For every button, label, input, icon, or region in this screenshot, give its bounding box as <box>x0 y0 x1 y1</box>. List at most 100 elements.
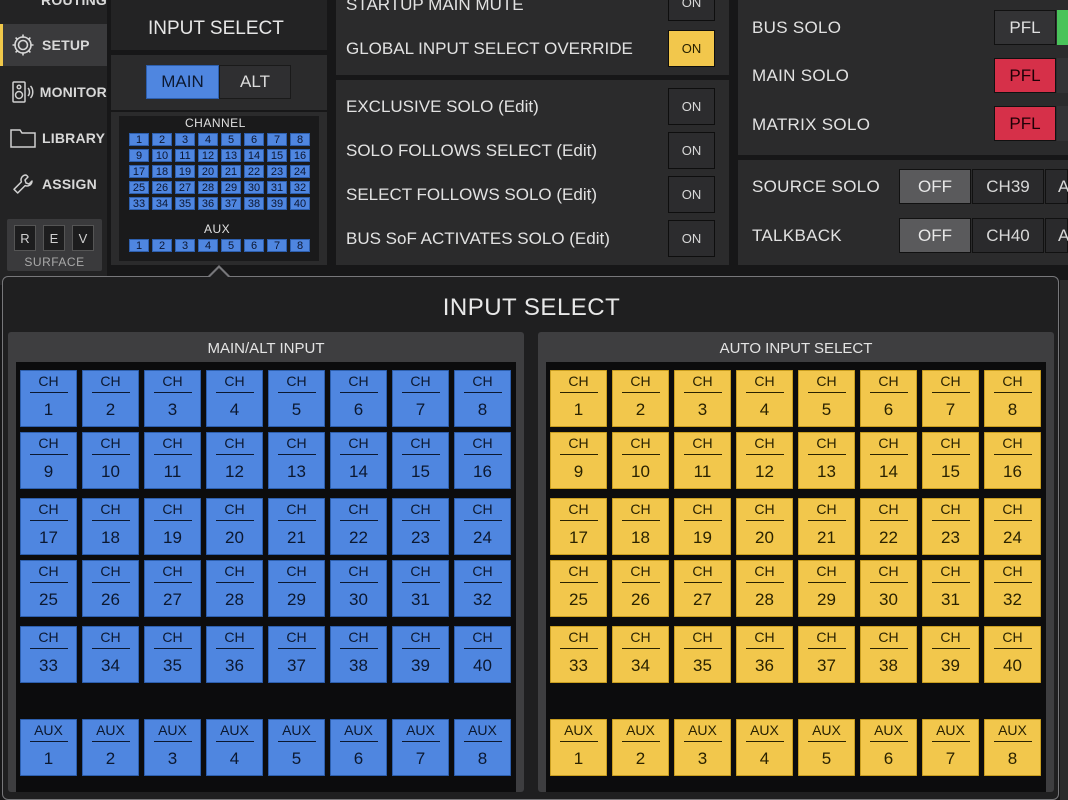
main_alt-channel-button[interactable]: CH 26 <box>82 560 139 617</box>
mini-channel-cell[interactable]: 16 <box>290 149 310 162</box>
sidebar-item-routing[interactable]: ROUTING <box>0 0 107 21</box>
source-solo-ch-button[interactable]: CH39 <box>972 169 1044 204</box>
sidebar-item-assign[interactable]: ASSIGN <box>0 163 107 205</box>
mini-channel-cell[interactable]: 23 <box>267 165 287 178</box>
auto-channel-button[interactable]: CH 38 <box>860 626 917 683</box>
auto-aux-button[interactable]: AUX 1 <box>550 719 607 776</box>
alt-button[interactable]: ALT <box>219 65 291 99</box>
mini-channel-cell[interactable]: 32 <box>290 181 310 194</box>
mini-channel-cell[interactable]: 5 <box>221 133 241 146</box>
mini-channel-cell[interactable]: 25 <box>129 181 149 194</box>
main-solo-afl-button[interactable] <box>1057 58 1068 93</box>
mini-channel-cell[interactable]: 26 <box>152 181 172 194</box>
mini-channel-cell[interactable]: 40 <box>290 197 310 210</box>
main_alt-channel-button[interactable]: CH 9 <box>20 432 77 489</box>
mini-aux-cell[interactable]: 7 <box>267 239 287 252</box>
main_alt-channel-button[interactable]: CH 22 <box>330 498 387 555</box>
auto-channel-button[interactable]: CH 34 <box>612 626 669 683</box>
auto-aux-button[interactable]: AUX 8 <box>984 719 1041 776</box>
surface-e-button[interactable]: E <box>43 225 65 251</box>
mini-aux-cell[interactable]: 1 <box>129 239 149 252</box>
auto-channel-button[interactable]: CH 8 <box>984 370 1041 427</box>
solo-follows-select-toggle[interactable]: ON <box>668 132 715 169</box>
mini-channel-cell[interactable]: 2 <box>152 133 172 146</box>
main_alt-channel-button[interactable]: CH 23 <box>392 498 449 555</box>
main_alt-aux-button[interactable]: AUX 6 <box>330 719 387 776</box>
auto-channel-button[interactable]: CH 7 <box>922 370 979 427</box>
main_alt-channel-button[interactable]: CH 28 <box>206 560 263 617</box>
sidebar-item-monitor[interactable]: MONITOR <box>0 71 107 113</box>
source-solo-off-button[interactable]: OFF <box>899 169 971 204</box>
mini-channel-cell[interactable]: 30 <box>244 181 264 194</box>
mini-channel-cell[interactable]: 27 <box>175 181 195 194</box>
mini-channel-cell[interactable]: 28 <box>198 181 218 194</box>
sidebar-item-setup[interactable]: SETUP <box>0 24 107 66</box>
main_alt-channel-button[interactable]: CH 21 <box>268 498 325 555</box>
mini-channel-cell[interactable]: 35 <box>175 197 195 210</box>
main_alt-channel-button[interactable]: CH 35 <box>144 626 201 683</box>
auto-channel-button[interactable]: CH 28 <box>736 560 793 617</box>
mini-channel-cell[interactable]: 10 <box>152 149 172 162</box>
mini-channel-cell[interactable]: 21 <box>221 165 241 178</box>
bus-solo-afl-button[interactable] <box>1057 10 1068 45</box>
main_alt-channel-button[interactable]: CH 25 <box>20 560 77 617</box>
main_alt-channel-button[interactable]: CH 8 <box>454 370 511 427</box>
select-follows-solo-toggle[interactable]: ON <box>668 176 715 213</box>
bus-solo-pfl-button[interactable]: PFL <box>994 10 1056 45</box>
main_alt-channel-button[interactable]: CH 32 <box>454 560 511 617</box>
auto-channel-button[interactable]: CH 14 <box>860 432 917 489</box>
auto-aux-button[interactable]: AUX 5 <box>798 719 855 776</box>
auto-aux-button[interactable]: AUX 7 <box>922 719 979 776</box>
talkback-off-button[interactable]: OFF <box>899 218 971 253</box>
main_alt-aux-button[interactable]: AUX 1 <box>20 719 77 776</box>
auto-channel-button[interactable]: CH 10 <box>612 432 669 489</box>
main_alt-aux-button[interactable]: AUX 5 <box>268 719 325 776</box>
auto-channel-button[interactable]: CH 21 <box>798 498 855 555</box>
auto-channel-button[interactable]: CH 23 <box>922 498 979 555</box>
auto-channel-button[interactable]: CH 17 <box>550 498 607 555</box>
mini-channel-cell[interactable]: 18 <box>152 165 172 178</box>
auto-channel-button[interactable]: CH 13 <box>798 432 855 489</box>
main_alt-channel-button[interactable]: CH 30 <box>330 560 387 617</box>
mini-channel-cell[interactable]: 11 <box>175 149 195 162</box>
auto-channel-button[interactable]: CH 1 <box>550 370 607 427</box>
mini-channel-cell[interactable]: 14 <box>244 149 264 162</box>
mini-channel-cell[interactable]: 36 <box>198 197 218 210</box>
talkback-ch-button[interactable]: CH40 <box>972 218 1044 253</box>
mini-channel-cell[interactable]: 37 <box>221 197 241 210</box>
auto-aux-button[interactable]: AUX 3 <box>674 719 731 776</box>
sidebar-item-library[interactable]: LIBRARY <box>0 117 107 159</box>
auto-channel-button[interactable]: CH 31 <box>922 560 979 617</box>
mini-channel-cell[interactable]: 3 <box>175 133 195 146</box>
surface-r-button[interactable]: R <box>14 225 36 251</box>
main_alt-channel-button[interactable]: CH 18 <box>82 498 139 555</box>
main_alt-channel-button[interactable]: CH 40 <box>454 626 511 683</box>
main_alt-channel-button[interactable]: CH 16 <box>454 432 511 489</box>
auto-channel-button[interactable]: CH 35 <box>674 626 731 683</box>
main-solo-pfl-button[interactable]: PFL <box>994 58 1056 93</box>
talkback-more-button[interactable]: A <box>1045 218 1068 253</box>
mini-aux-cell[interactable]: 6 <box>244 239 264 252</box>
auto-channel-button[interactable]: CH 25 <box>550 560 607 617</box>
bus-sof-toggle[interactable]: ON <box>668 220 715 257</box>
main_alt-channel-button[interactable]: CH 1 <box>20 370 77 427</box>
auto-channel-button[interactable]: CH 24 <box>984 498 1041 555</box>
auto-channel-button[interactable]: CH 26 <box>612 560 669 617</box>
mini-channel-cell[interactable]: 8 <box>290 133 310 146</box>
auto-channel-button[interactable]: CH 40 <box>984 626 1041 683</box>
mini-aux-cell[interactable]: 8 <box>290 239 310 252</box>
auto-aux-button[interactable]: AUX 6 <box>860 719 917 776</box>
auto-channel-button[interactable]: CH 27 <box>674 560 731 617</box>
mini-channel-cell[interactable]: 29 <box>221 181 241 194</box>
auto-channel-button[interactable]: CH 22 <box>860 498 917 555</box>
mini-channel-cell[interactable]: 20 <box>198 165 218 178</box>
auto-channel-button[interactable]: CH 3 <box>674 370 731 427</box>
main_alt-channel-button[interactable]: CH 14 <box>330 432 387 489</box>
main_alt-aux-button[interactable]: AUX 7 <box>392 719 449 776</box>
mini-channel-cell[interactable]: 22 <box>244 165 264 178</box>
main_alt-channel-button[interactable]: CH 4 <box>206 370 263 427</box>
main_alt-aux-button[interactable]: AUX 2 <box>82 719 139 776</box>
global-override-toggle[interactable]: ON <box>668 30 715 67</box>
mini-channel-cell[interactable]: 9 <box>129 149 149 162</box>
main_alt-channel-button[interactable]: CH 33 <box>20 626 77 683</box>
